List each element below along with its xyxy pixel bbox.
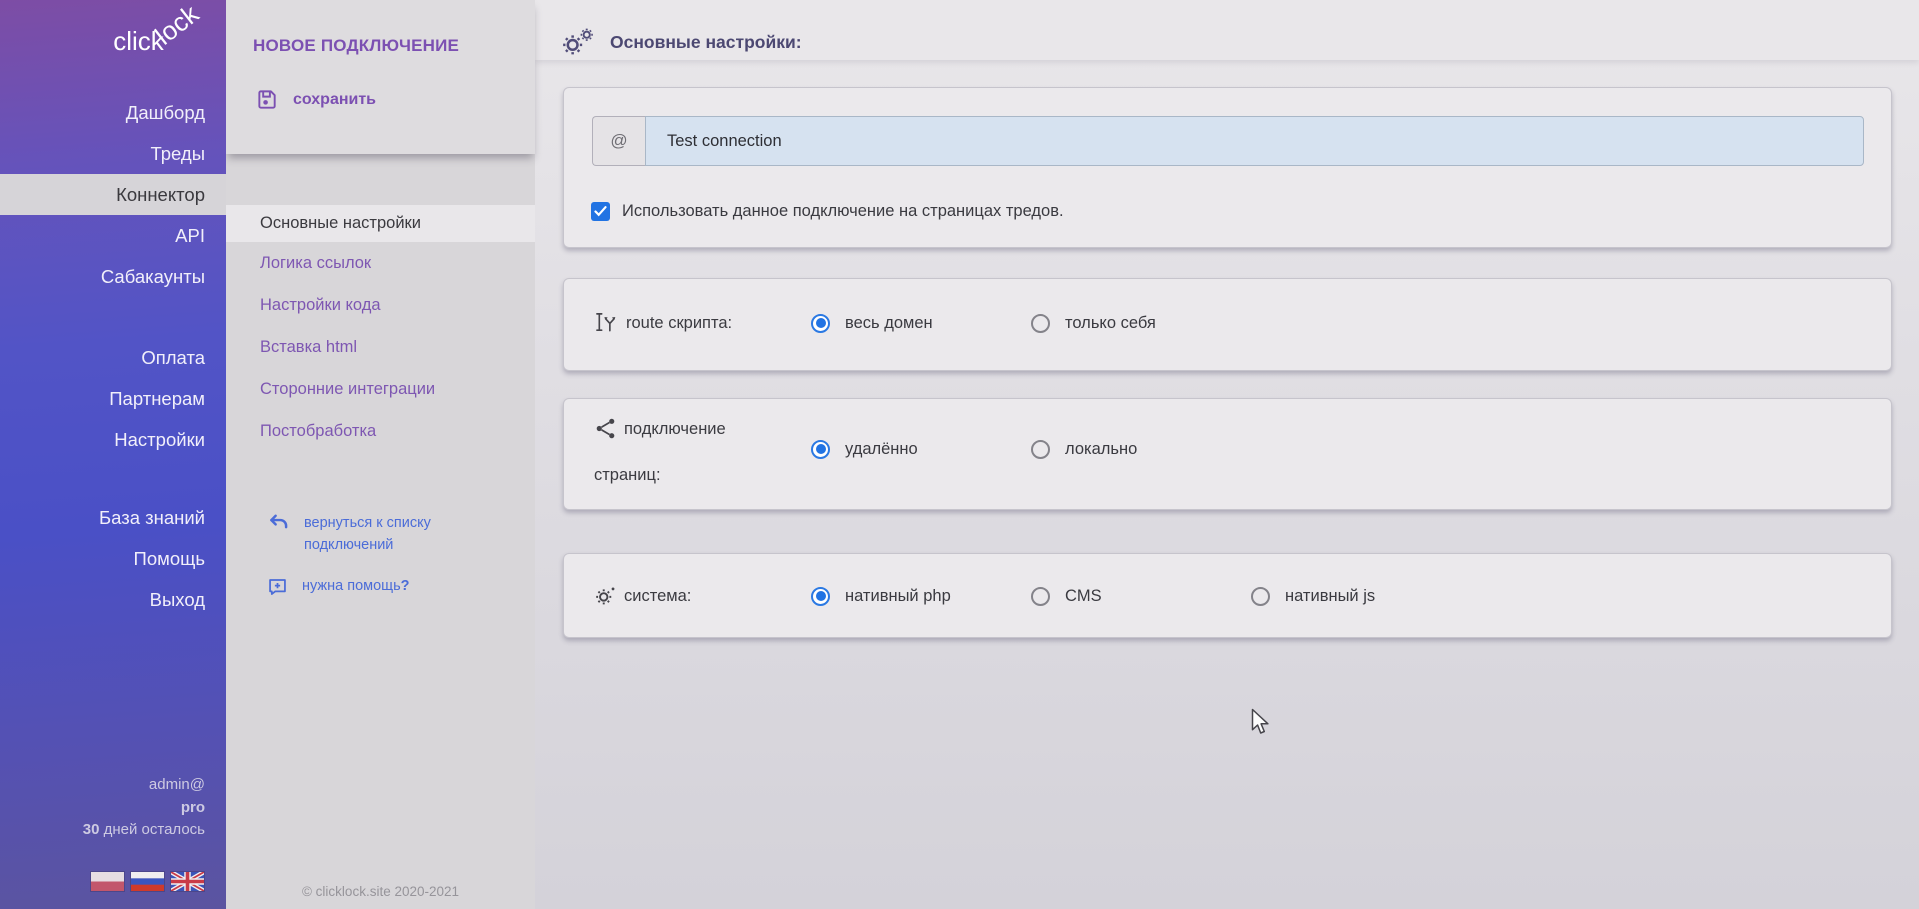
comment-plus-icon bbox=[267, 576, 288, 597]
route-options: весь домен только себя bbox=[811, 303, 1251, 343]
route-split-icon bbox=[594, 309, 619, 349]
menu-item-link-logic[interactable]: Логика ссылок bbox=[226, 242, 535, 284]
radio-icon bbox=[1031, 440, 1050, 459]
menu-item-main-settings[interactable]: Основные настройки bbox=[226, 205, 535, 242]
at-sign: @ bbox=[592, 116, 645, 166]
panel-links: вернуться к списку подключений нужна пом… bbox=[267, 512, 497, 597]
need-help-link[interactable]: нужна помощь? bbox=[267, 575, 497, 597]
radio-icon bbox=[811, 440, 830, 459]
connection-panel: НОВОЕ ПОДКЛЮЧЕНИЕ сохранить Основные нас… bbox=[226, 0, 535, 909]
save-button-label: сохранить bbox=[293, 91, 376, 109]
sidebar-item-connector[interactable]: Коннектор bbox=[0, 174, 226, 215]
floppy-disk-icon bbox=[256, 88, 279, 111]
radio-option-only-self[interactable]: только себя bbox=[1031, 314, 1251, 333]
sidebar-item-logout[interactable]: Выход bbox=[0, 579, 226, 620]
radio-option-remote[interactable]: удалённо bbox=[811, 440, 1031, 459]
radio-icon bbox=[1251, 587, 1270, 606]
radio-option-native-js[interactable]: нативный js bbox=[1251, 587, 1471, 606]
connection-name-group: @ bbox=[592, 116, 1864, 166]
sidebar-nav: Дашборд Треды Коннектор API Сабакаунты О… bbox=[0, 92, 226, 620]
use-on-threads-label: Использовать данное подключение на стран… bbox=[622, 202, 1064, 221]
pages-connection-options: удалённо локально bbox=[811, 429, 1251, 469]
language-switcher bbox=[91, 872, 204, 891]
panel-header: НОВОЕ ПОДКЛЮЧЕНИЕ сохранить bbox=[226, 0, 535, 154]
back-link-label: вернуться к списку подключений bbox=[304, 512, 464, 556]
main-content: Основные настройки: @ Использовать данно… bbox=[535, 0, 1919, 909]
pages-connection-label: подключение страниц: bbox=[594, 409, 749, 495]
use-on-threads-checkbox[interactable] bbox=[591, 202, 610, 221]
sidebar-item-payment[interactable]: Оплата bbox=[0, 337, 226, 378]
sidebar-item-settings[interactable]: Настройки bbox=[0, 419, 226, 460]
account-email: admin@ bbox=[83, 774, 205, 797]
system-setting-label: система: bbox=[594, 576, 749, 622]
back-to-connections-link[interactable]: вернуться к списку подключений bbox=[267, 512, 497, 556]
gear-icon bbox=[594, 582, 617, 622]
radio-option-cms[interactable]: CMS bbox=[1031, 587, 1251, 606]
sidebar: clicklock Дашборд Треды Коннектор API Са… bbox=[0, 0, 226, 909]
checkmark-icon bbox=[594, 206, 607, 217]
uk-flag-icon[interactable] bbox=[171, 872, 204, 891]
route-setting-label: route скрипта: bbox=[594, 303, 749, 349]
connection-name-input[interactable] bbox=[645, 116, 1864, 166]
radio-icon bbox=[1031, 314, 1050, 333]
russia-flag-icon[interactable] bbox=[131, 872, 164, 891]
radio-option-local[interactable]: локально bbox=[1031, 440, 1251, 459]
sidebar-item-knowledge-base[interactable]: База знаний bbox=[0, 497, 226, 538]
account-info: admin@ pro 30 дней осталось bbox=[83, 774, 205, 842]
poland-flag-icon[interactable] bbox=[91, 872, 124, 891]
menu-item-html-insert[interactable]: Вставка html bbox=[226, 326, 535, 368]
menu-item-integrations[interactable]: Сторонние интеграции bbox=[226, 368, 535, 410]
sidebar-item-partners[interactable]: Партнерам bbox=[0, 378, 226, 419]
radio-icon bbox=[811, 314, 830, 333]
system-options: нативный php CMS нативный js bbox=[811, 576, 1471, 616]
account-plan: pro bbox=[83, 797, 205, 820]
sidebar-item-api[interactable]: API bbox=[0, 215, 226, 256]
help-link-label: нужна помощь? bbox=[302, 575, 410, 597]
sidebar-item-help[interactable]: Помощь bbox=[0, 538, 226, 579]
undo-arrow-icon bbox=[267, 512, 290, 531]
page-title: Основные настройки: bbox=[561, 27, 802, 57]
menu-item-postprocessing[interactable]: Постобработка bbox=[226, 410, 535, 452]
share-icon bbox=[594, 415, 617, 455]
sidebar-item-dashboard[interactable]: Дашборд bbox=[0, 92, 226, 133]
radio-icon bbox=[1031, 587, 1050, 606]
pages-connection-card: подключение страниц: удалённо локально bbox=[563, 398, 1892, 510]
account-days-left: 30 дней осталось bbox=[83, 819, 205, 842]
clicklock-logo[interactable]: clicklock bbox=[113, 26, 210, 57]
page-title-text: Основные настройки: bbox=[610, 32, 802, 53]
connection-name-card: @ Использовать данное подключение на стр… bbox=[563, 87, 1892, 248]
radio-option-native-php[interactable]: нативный php bbox=[811, 587, 1031, 606]
connection-menu: Основные настройки Логика ссылок Настрой… bbox=[226, 205, 535, 452]
route-setting-card: route скрипта: весь домен только себя bbox=[563, 278, 1892, 371]
system-setting-card: система: нативный php CMS нативный js bbox=[563, 553, 1892, 638]
sidebar-item-threads[interactable]: Треды bbox=[0, 133, 226, 174]
gears-icon bbox=[561, 27, 594, 57]
sidebar-item-subaccounts[interactable]: Сабакаунты bbox=[0, 256, 226, 297]
panel-title: НОВОЕ ПОДКЛЮЧЕНИЕ bbox=[253, 36, 459, 56]
copyright-footer: © clicklock.site 2020-2021 bbox=[226, 884, 535, 899]
save-button[interactable]: сохранить bbox=[256, 88, 376, 111]
radio-icon bbox=[811, 587, 830, 606]
menu-item-code-settings[interactable]: Настройки кода bbox=[226, 284, 535, 326]
use-on-threads-row: Использовать данное подключение на стран… bbox=[591, 202, 1064, 221]
radio-option-whole-domain[interactable]: весь домен bbox=[811, 314, 1031, 333]
